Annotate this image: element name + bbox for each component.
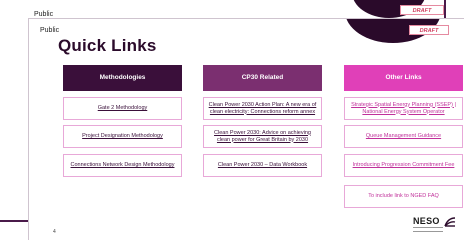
- back-draft-badge: DRAFT: [400, 5, 444, 15]
- front-slide: DRAFT Public Quick Links Methodologies C…: [28, 18, 464, 240]
- link-connections-network-design-methodology[interactable]: Connections Network Design Methodology: [71, 162, 175, 169]
- neso-logo-icon: [444, 217, 456, 227]
- link-card-ssep[interactable]: Strategic Spatial Energy Planning (SSEP)…: [344, 97, 463, 120]
- link-card-cp30-data-workbook[interactable]: Clean Power 2030 – Data Workbook: [203, 154, 322, 177]
- link-card-cp30-action-plan[interactable]: Clean Power 2030 Action Plan: A new era …: [203, 97, 322, 120]
- nged-faq-note: To include link to NGED FAQ: [368, 193, 439, 200]
- link-ssep[interactable]: Strategic Spatial Energy Planning (SSEP)…: [349, 102, 458, 116]
- link-card-project-designation[interactable]: Project Designation Methodology: [63, 125, 182, 148]
- neso-wordmark: NESO: [413, 216, 440, 226]
- link-card-gate-2-methodology[interactable]: Gate 2 Methodology: [63, 97, 182, 120]
- page-title: Quick Links: [58, 36, 157, 55]
- link-progression-commitment-fee[interactable]: Introducing Progression Commitment Fee: [353, 162, 455, 169]
- neso-subtitle-lines: [413, 227, 443, 232]
- link-cp30-advice[interactable]: Clean Power 2030: Advice on achieving cl…: [208, 130, 317, 144]
- column-header-other-links: Other Links: [344, 65, 463, 91]
- link-card-nged-faq: To include link to NGED FAQ: [344, 185, 463, 208]
- link-queue-management-guidance[interactable]: Queue Management Guidance: [366, 133, 441, 140]
- link-card-progression-commitment-fee[interactable]: Introducing Progression Commitment Fee: [344, 154, 463, 177]
- link-card-connections-network-design[interactable]: Connections Network Design Methodology: [63, 154, 182, 177]
- page-number: 4: [53, 229, 56, 235]
- front-public-label: Public: [40, 27, 60, 34]
- front-draft-badge: DRAFT: [409, 25, 449, 35]
- link-card-queue-management[interactable]: Queue Management Guidance: [344, 125, 463, 148]
- link-project-designation-methodology[interactable]: Project Designation Methodology: [82, 133, 163, 140]
- link-cp30-data-workbook[interactable]: Clean Power 2030 – Data Workbook: [218, 162, 307, 169]
- link-gate-2-methodology[interactable]: Gate 2 Methodology: [98, 105, 148, 112]
- column-header-methodologies: Methodologies: [63, 65, 182, 91]
- column-header-cp30-related: CP30 Related: [203, 65, 322, 91]
- neso-brand: NESO: [413, 216, 457, 236]
- back-public-label: Public: [34, 11, 54, 18]
- link-cp30-action-plan[interactable]: Clean Power 2030 Action Plan: A new era …: [208, 102, 317, 116]
- link-card-cp30-advice[interactable]: Clean Power 2030: Advice on achieving cl…: [203, 125, 322, 148]
